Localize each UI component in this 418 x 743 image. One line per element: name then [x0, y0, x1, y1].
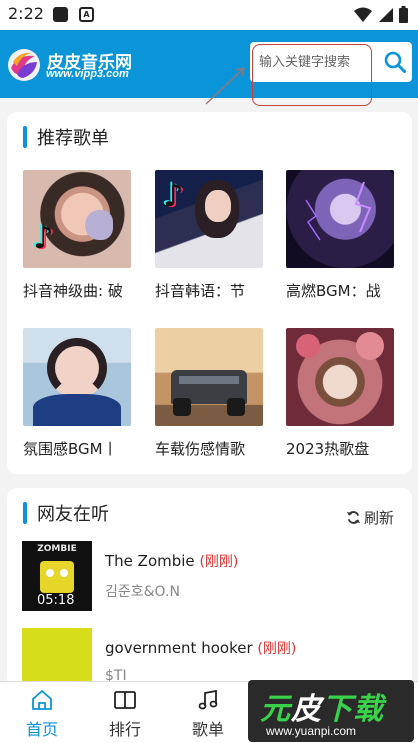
playlist-cover: ♪	[155, 170, 263, 268]
playlist-item[interactable]: 高燃BGM：战	[286, 170, 394, 300]
truck-wheel	[173, 398, 191, 416]
playlist-item[interactable]: 氛围感BGM丨	[23, 328, 131, 458]
playlist-label: 氛围感BGM丨	[23, 440, 118, 458]
listening-card: 网友在听 刷新 ZOMBIE 05:18 The Zombie (刚刚) 김준호…	[7, 488, 412, 688]
section-title: 网友在听	[23, 501, 109, 525]
nav-playlists[interactable]: 歌单	[168, 682, 248, 743]
title-accent-bar	[23, 502, 27, 524]
status-bar: 2:22 A	[0, 0, 418, 30]
recommend-card: 推荐歌单 ♪ 抖音神级曲: 破 ♪ 抖音韩语：节 高燃BGM：战 氛围感BGM丨…	[7, 112, 412, 474]
listening-title: 网友在听	[37, 504, 109, 525]
song-title-line: government hooker (刚刚)	[105, 638, 296, 658]
tiktok-icon: ♪	[33, 218, 54, 256]
home-icon	[32, 690, 52, 710]
playlist-label: 高燃BGM：战	[286, 282, 381, 300]
song-duration: 05:18	[37, 593, 75, 608]
playlist-item[interactable]: ♪ 抖音神级曲: 破	[23, 170, 131, 300]
nav-ranking-label: 排行	[108, 720, 141, 739]
eye-shape	[60, 569, 68, 577]
playlist-label: 抖音神级曲: 破	[23, 282, 123, 300]
title-accent-bar	[23, 126, 27, 148]
song-row[interactable]: ZOMBIE 05:18 The Zombie (刚刚) 김준호&O.N	[22, 541, 394, 613]
song-title-line: The Zombie (刚刚)	[105, 551, 238, 571]
playlist-item[interactable]: 车载伤感情歌	[155, 328, 263, 458]
refresh-button[interactable]: 刷新	[346, 507, 394, 528]
section-title: 推荐歌单	[23, 125, 109, 149]
eye-shape	[46, 569, 54, 577]
song-time-tag: (刚刚)	[257, 641, 297, 657]
recommend-title: 推荐歌单	[37, 128, 109, 149]
logo-icon[interactable]	[7, 48, 41, 82]
playlist-cover	[23, 328, 131, 426]
refresh-icon	[346, 511, 361, 524]
playlist-cover	[155, 328, 263, 426]
song-title: government hooker	[105, 639, 253, 657]
flower-shape	[356, 332, 384, 360]
watermark-url: www.yuanpi.com	[266, 724, 357, 738]
nav-home-label: 首页	[25, 720, 58, 739]
song-artist: 김준호&O.N	[105, 584, 180, 600]
watermark-logo: 元皮下载 www.yuanpi.com	[248, 680, 414, 742]
playlist-label: 车载伤感情歌	[155, 440, 246, 458]
music-note-icon	[198, 689, 218, 710]
playlist-cover: ♪	[23, 170, 131, 268]
notification-icon	[53, 7, 68, 22]
playlist-cover	[286, 170, 394, 268]
wifi-icon	[354, 7, 372, 22]
song-title: The Zombie	[105, 552, 195, 570]
playlist-item[interactable]: ♪ 抖音韩语：节	[155, 170, 263, 300]
refresh-label: 刷新	[363, 509, 394, 527]
scarf-shape	[33, 394, 121, 426]
song-time-tag: (刚刚)	[199, 554, 239, 570]
signal-icon	[379, 7, 393, 22]
nav-playlists-label: 歌单	[191, 720, 224, 739]
site-url: www.vipp3.com	[46, 68, 129, 80]
search-button[interactable]	[377, 42, 412, 82]
face-shape	[47, 338, 107, 398]
cover-text: ZOMBIE	[37, 544, 77, 554]
playlist-cover	[286, 328, 394, 426]
annotation-highlight-box	[252, 44, 372, 106]
book-icon	[114, 691, 136, 709]
playlist-label: 抖音韩语：节	[155, 282, 246, 300]
nav-home[interactable]: 首页	[2, 682, 82, 743]
nav-ranking[interactable]: 排行	[85, 682, 165, 743]
song-row[interactable]: government hooker (刚刚) $TI	[22, 628, 394, 688]
butterfly-shape	[85, 210, 113, 240]
search-icon	[384, 51, 406, 73]
tiktok-icon: ♪	[163, 176, 184, 214]
lightning-icon	[305, 181, 372, 241]
sponge-shape	[40, 561, 74, 593]
flower-shape	[296, 334, 320, 358]
battery-icon	[399, 6, 408, 23]
status-time: 2:22	[8, 4, 44, 23]
song-cover	[22, 628, 92, 688]
watermark-text: 元皮下载	[260, 692, 384, 727]
playlist-label: 2023热歌盘	[286, 440, 370, 458]
playlist-item[interactable]: 2023热歌盘	[286, 328, 394, 458]
truck-wheel	[227, 398, 245, 416]
truck-grille	[179, 376, 239, 384]
annotation-arrow	[205, 67, 245, 105]
song-cover: ZOMBIE 05:18	[22, 541, 92, 611]
face-shape	[205, 190, 231, 222]
a-notification-icon: A	[79, 7, 94, 22]
